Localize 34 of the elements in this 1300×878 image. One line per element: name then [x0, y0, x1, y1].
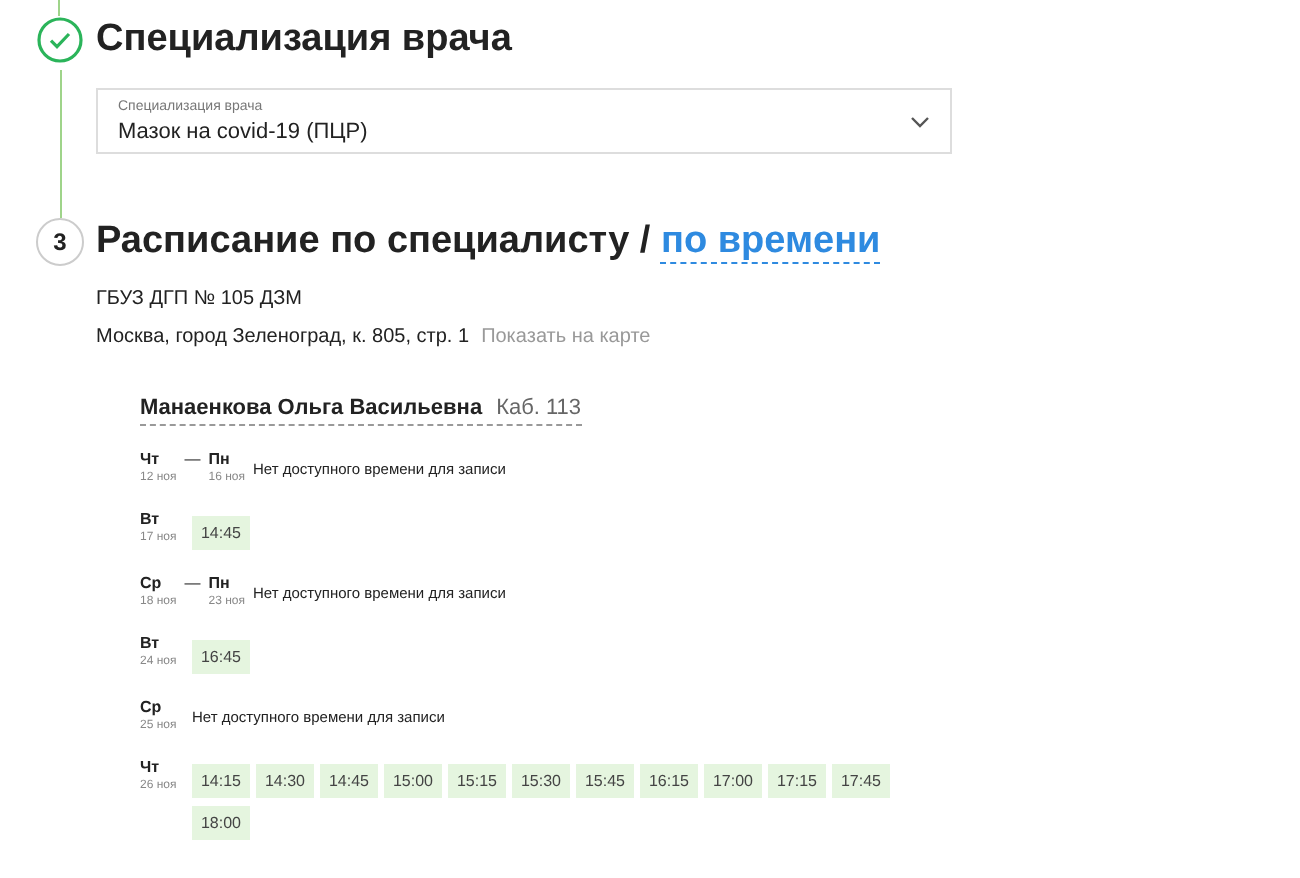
range-dash: —	[184, 448, 201, 470]
time-slot[interactable]: 17:15	[768, 764, 826, 798]
time-slot[interactable]: 17:45	[832, 764, 890, 798]
time-slot[interactable]: 15:30	[512, 764, 570, 798]
check-icon	[36, 16, 84, 64]
time-slot[interactable]: 16:15	[640, 764, 698, 798]
weekday: Вт	[140, 508, 162, 530]
time-slot[interactable]: 17:00	[704, 764, 762, 798]
time-slot[interactable]: 15:00	[384, 764, 442, 798]
time-slot[interactable]: 14:45	[320, 764, 378, 798]
time-slot[interactable]: 15:45	[576, 764, 634, 798]
room-number: Каб. 113	[496, 396, 582, 420]
weekday: Вт	[140, 632, 162, 654]
weekday: Пн	[208, 572, 232, 594]
clinic-name: ГБУЗ ДГП № 105 ДЗМ	[96, 288, 304, 310]
range-dash: —	[184, 572, 201, 594]
clinic-address: Москва, город Зеленоград, к. 805, стр. 1	[96, 326, 470, 348]
mode-link[interactable]: по времени	[660, 220, 881, 264]
time-slot[interactable]: 18:00	[192, 806, 250, 840]
weekday: Чт	[140, 448, 162, 470]
weekday: Ср	[140, 572, 164, 594]
time-slot[interactable]: 15:15	[448, 764, 506, 798]
step-number: 3	[36, 218, 84, 266]
time-slot[interactable]: 16:45	[192, 640, 250, 674]
step-title: Специализация врача	[96, 18, 512, 60]
weekday: Чт	[140, 756, 162, 778]
weekday: Ср	[140, 696, 164, 718]
time-slot[interactable]: 14:45	[192, 516, 250, 550]
weekday: Пн	[208, 448, 232, 470]
doctor-name: Манаенкова Ольга Васильевна	[140, 396, 483, 420]
time-slot[interactable]: 14:30	[256, 764, 314, 798]
step-title: Расписание по специалисту /	[96, 220, 653, 262]
chevron-icon	[910, 116, 930, 128]
time-slot[interactable]: 14:15	[192, 764, 250, 798]
